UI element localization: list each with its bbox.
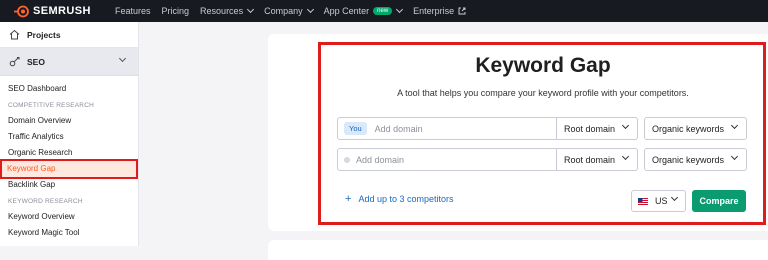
sidebar-item-keyword-overview[interactable]: Keyword Overview (0, 209, 138, 225)
sidebar-item-projects[interactable]: Projects (0, 22, 138, 48)
sidebar-item-domain-overview[interactable]: Domain Overview (0, 113, 138, 129)
chevron-down-icon (118, 54, 127, 63)
sidebar-item-backlink-gap[interactable]: Backlink Gap (0, 177, 138, 193)
nav-features-label: Features (115, 6, 151, 16)
nav-app-center[interactable]: App Center new (323, 5, 404, 16)
section-heading-keyword-research: KEYWORD RESEARCH (8, 198, 83, 205)
sidebar-item-traffic-analytics[interactable]: Traffic Analytics (0, 129, 138, 145)
sidebar-item-label: Projects (27, 29, 61, 40)
semrush-logo[interactable]: SEMRUSH (14, 5, 104, 18)
nav-features[interactable]: Features (115, 6, 151, 16)
sidebar-item-keyword-gap[interactable]: Keyword Gap (0, 159, 138, 179)
nav-resources-label: Resources (200, 6, 244, 16)
top-navigation: SEMRUSH Features Pricing Resources Compa… (0, 0, 768, 22)
sidebar-item-keyword-magic-tool[interactable]: Keyword Magic Tool (0, 225, 138, 241)
home-icon (9, 29, 20, 40)
nav-company[interactable]: Company (264, 5, 314, 16)
sidebar: Projects SEO SEO Dashboard COMPETITIVE R… (0, 22, 139, 246)
sidebar-item-seo-dashboard[interactable]: SEO Dashboard (0, 81, 138, 97)
semrush-logo-icon (14, 5, 29, 17)
nav-enterprise-label: Enterprise (413, 6, 455, 16)
chevron-down-icon (306, 5, 314, 14)
nav-company-label: Company (264, 6, 303, 16)
seo-icon (9, 57, 20, 67)
chevron-down-icon (396, 5, 404, 14)
sidebar-item-seo[interactable]: SEO (0, 48, 138, 76)
nav-app-center-label: App Center (323, 6, 370, 16)
brand-name: SEMRUSH (33, 5, 91, 17)
external-link-icon (458, 7, 466, 15)
section-heading-competitive-research: COMPETITIVE RESEARCH (8, 102, 94, 109)
new-badge: new (373, 7, 393, 15)
results-card (268, 240, 768, 260)
chevron-down-icon (247, 5, 255, 14)
nav-resources[interactable]: Resources (200, 5, 255, 16)
sidebar-item-label: SEO (27, 56, 45, 67)
nav-pricing-label: Pricing (161, 6, 190, 16)
highlight-box (318, 42, 766, 225)
nav-pricing[interactable]: Pricing (162, 6, 190, 16)
nav-enterprise[interactable]: Enterprise (413, 6, 466, 16)
